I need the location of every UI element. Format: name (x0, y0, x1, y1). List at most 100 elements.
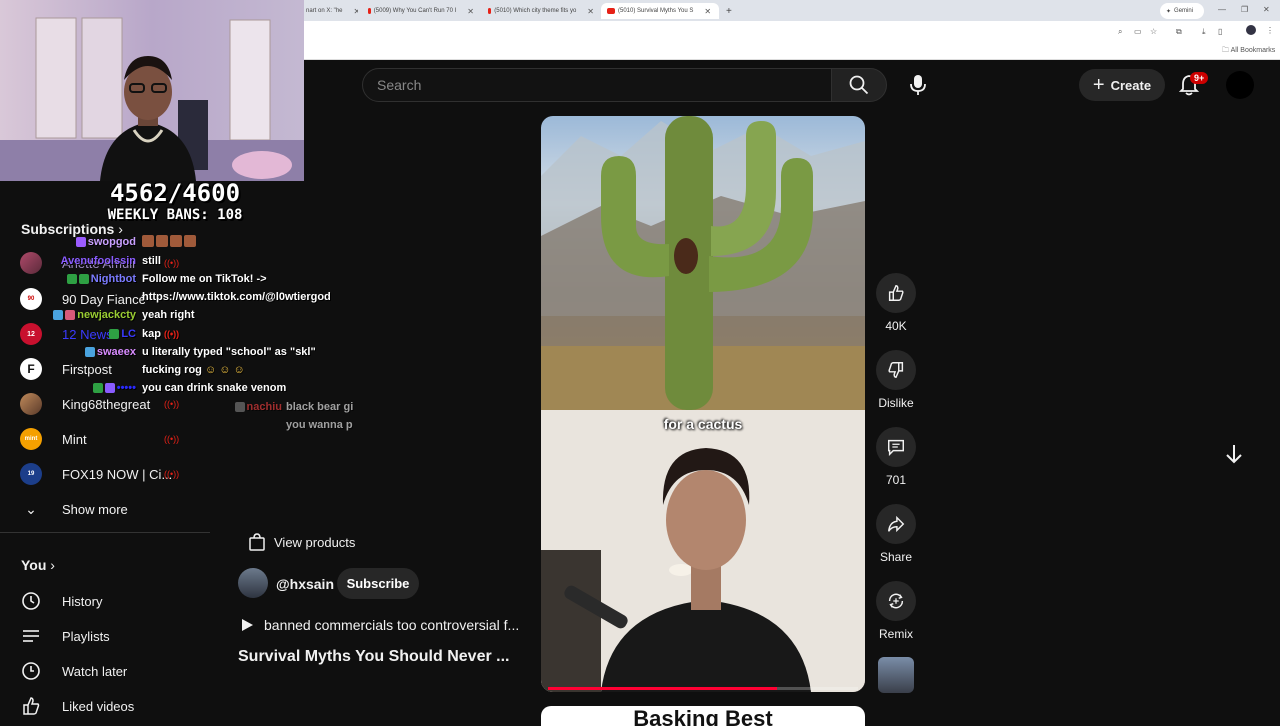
browser-tab[interactable]: (5009) Why You Can't Run 70 I ✕ (362, 3, 480, 19)
profile-icon[interactable] (1246, 25, 1256, 35)
subscriptions-label: Subscriptions (21, 221, 115, 237)
next-video-arrow-icon[interactable] (1222, 442, 1246, 466)
channel-avatar: 12 (20, 323, 42, 345)
chat-message (142, 235, 198, 248)
related-video-link[interactable]: banned commercials too controversial f..… (240, 615, 530, 635)
remix-button[interactable] (876, 581, 916, 621)
restore-icon[interactable]: ❐ (1241, 5, 1248, 14)
close-tab-icon[interactable]: ✕ (354, 7, 359, 16)
chevron-right-icon: › (50, 557, 55, 573)
sidebar-item-playlists[interactable]: Playlists (20, 622, 110, 650)
tab-title: (5010) Survival Myths You S (618, 8, 694, 14)
video-title[interactable]: Survival Myths You Should Never ... (238, 648, 528, 666)
sidebar-subscription[interactable]: King68thegreat (20, 390, 150, 418)
new-tab-button[interactable]: + (720, 3, 736, 19)
video-frame-cactus (541, 116, 865, 410)
subscription-name: Mint (62, 431, 87, 447)
cactus-illustration (541, 116, 865, 410)
browser-tab-active[interactable]: (5010) Survival Myths You S ✕ (601, 3, 719, 19)
thumbs-up-icon (23, 697, 40, 715)
shorts-video-player[interactable]: for a cactus (541, 116, 865, 692)
progress-bar-fill (548, 687, 777, 690)
tab-title: (5010) Which city theme fits yo (494, 8, 577, 14)
like-button[interactable] (876, 273, 916, 313)
download-icon[interactable]: ⤓ (1202, 27, 1206, 37)
plus-icon: + (1092, 74, 1105, 96)
dislike-button[interactable] (876, 350, 916, 390)
chevron-down-icon: ⌄ (25, 500, 37, 517)
subscribe-button[interactable]: Subscribe (337, 568, 419, 599)
share-button[interactable] (876, 504, 916, 544)
sidebar-item-watch-later[interactable]: Watch later (20, 657, 127, 685)
sidebar-item-label: History (62, 593, 103, 609)
thumbs-down-icon (888, 362, 904, 379)
search-icon (849, 75, 869, 95)
channel-avatar (20, 393, 42, 415)
all-bookmarks[interactable]: 🗀 All Bookmarks (1222, 46, 1275, 57)
minimize-icon[interactable]: — (1218, 5, 1226, 14)
browser-tab[interactable]: (5010) Which city theme fits yo ✕ (482, 3, 600, 19)
chevron-right-icon: › (118, 221, 123, 237)
search-button[interactable] (831, 68, 887, 102)
show-more-label: Show more (62, 501, 128, 517)
show-more-button[interactable]: ⌄ Show more (20, 495, 128, 523)
play-icon (242, 619, 253, 631)
all-bookmarks-label: All Bookmarks (1230, 47, 1276, 54)
extensions-icon[interactable]: ⧉ (1176, 27, 1182, 37)
subscriptions-heading[interactable]: Subscriptions › (21, 221, 123, 237)
view-products-button[interactable]: View products (248, 530, 355, 554)
sidebar-subscription[interactable]: 19 FOX19 NOW | Ci... (20, 460, 172, 488)
video-frame-speaker (541, 410, 865, 692)
sidebar-divider (0, 532, 210, 533)
playlists-icon (23, 630, 39, 642)
gemini-button[interactable]: ✦ Gemini (1160, 3, 1204, 19)
chat-message: fucking rog ☺ ☺ ☺ (142, 364, 245, 376)
cast-icon[interactable]: ▭ (1134, 27, 1142, 36)
menu-kebab-icon[interactable]: ⋮ (1266, 26, 1274, 35)
chat-message: Follow me on TikTok! -> (142, 273, 267, 285)
chat-message: u literally typed "school" as "skl" (142, 346, 316, 358)
voice-search-button[interactable] (900, 68, 936, 102)
thumbs-up-icon (888, 284, 904, 301)
chat-username: swopgod (70, 236, 136, 248)
close-tab-icon[interactable]: ✕ (704, 7, 711, 16)
sidebar-item-liked-videos[interactable]: Liked videos (20, 692, 134, 720)
zoom-icon[interactable]: ⌕ (1118, 27, 1122, 37)
channel-handle[interactable]: @hxsain (276, 576, 334, 592)
browser-tab[interactable]: nart on X: "he ✕ (300, 3, 358, 19)
account-avatar[interactable] (1226, 71, 1254, 99)
channel-avatar[interactable] (238, 568, 268, 598)
youtube-favicon-icon (607, 8, 615, 14)
sidepanel-icon[interactable]: ▯ (1218, 27, 1222, 36)
next-short-preview[interactable]: Basking Best (541, 706, 865, 726)
channel-avatar: F (20, 358, 42, 380)
sidebar-subscription[interactable]: mint Mint (20, 425, 87, 453)
you-heading[interactable]: You › (21, 557, 55, 573)
close-window-icon[interactable]: ✕ (1263, 5, 1270, 14)
create-button[interactable]: + Create (1079, 69, 1165, 101)
channel-avatar: 90 (20, 288, 42, 310)
comments-button[interactable] (876, 427, 916, 467)
sidebar-item-label: Liked videos (62, 698, 135, 714)
close-tab-icon[interactable]: ✕ (467, 7, 474, 16)
chat-message: still (142, 255, 161, 267)
live-icon: ((•)) (164, 399, 180, 409)
comment-count: 701 (885, 473, 907, 487)
shopping-bag-icon (249, 533, 265, 551)
share-label: Share (879, 550, 913, 564)
search-box[interactable] (362, 68, 832, 102)
chat-username: nachiu (206, 401, 282, 413)
sidebar-subscription[interactable]: F Firstpost (20, 355, 112, 383)
live-icon: ((•)) (164, 469, 180, 479)
channel-thumbnail[interactable] (878, 657, 914, 693)
chat-username: Nightbot (56, 273, 136, 285)
notifications-badge: 9+ (1190, 72, 1209, 84)
bookmark-star-icon[interactable]: ☆ (1150, 27, 1157, 36)
search-input[interactable] (377, 77, 831, 93)
chat-message: black bear gi (286, 401, 354, 413)
chat-message: you wanna p (286, 419, 353, 431)
chat-message: you can drink snake venom (142, 382, 287, 394)
close-tab-icon[interactable]: ✕ (587, 7, 594, 16)
like-count: 40K (885, 319, 907, 333)
sidebar-item-history[interactable]: History (20, 587, 102, 615)
